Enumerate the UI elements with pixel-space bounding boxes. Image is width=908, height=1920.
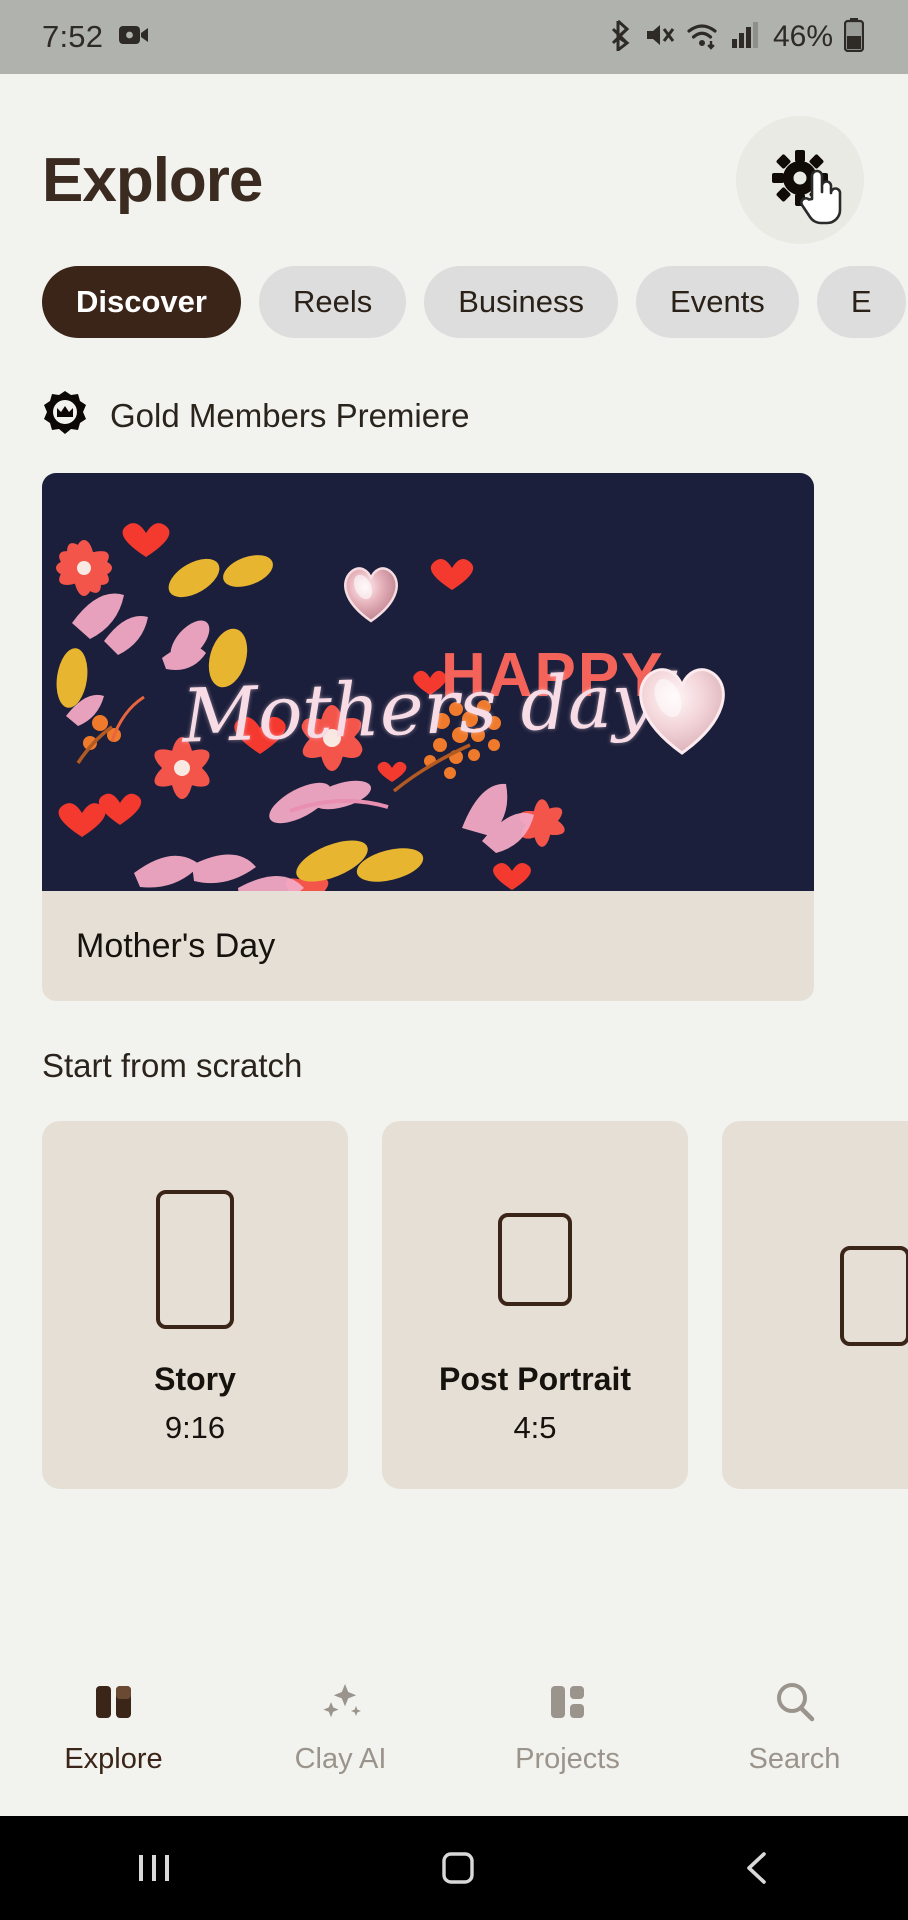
format-card-story[interactable]: Story 9:16 [42, 1121, 348, 1489]
nav-label: Projects [515, 1743, 620, 1775]
card-caption: Mother's Day [76, 926, 276, 965]
app-header: Explore [0, 74, 908, 244]
category-tabs[interactable]: Discover Reels Business Events E [0, 244, 908, 338]
tab-reels[interactable]: Reels [258, 266, 407, 338]
gold-members-section-header: Gold Members Premiere [0, 338, 908, 441]
nav-label: Search [748, 1743, 841, 1775]
bluetooth-icon [610, 19, 634, 56]
back-icon[interactable] [741, 1850, 775, 1886]
tab-label: Discover [76, 284, 207, 319]
mute-icon [645, 20, 675, 55]
format-ratio: 9:16 [164, 1409, 226, 1445]
video-camera-icon [119, 24, 149, 51]
tab-label: Business [458, 284, 585, 319]
story-icon-wrap [156, 1165, 234, 1355]
settings-button[interactable] [736, 116, 864, 244]
partial-icon-wrap [840, 1201, 908, 1391]
recents-icon[interactable] [133, 1851, 175, 1885]
search-icon [771, 1678, 819, 1731]
tab-discover[interactable]: Discover [42, 266, 241, 338]
nav-label: Clay AI [294, 1743, 387, 1775]
tab-label: Events [670, 284, 765, 319]
format-card-partial[interactable] [722, 1121, 908, 1489]
nav-item-projects[interactable]: Projects [454, 1678, 681, 1776]
post-portrait-icon-wrap [498, 1165, 572, 1355]
format-label: Story [154, 1360, 236, 1397]
format-ratio: 4:5 [513, 1409, 557, 1445]
nav-item-clay-ai[interactable]: Clay AI [227, 1678, 454, 1776]
nav-item-search[interactable]: Search [681, 1678, 908, 1776]
signal-icon [731, 20, 759, 55]
card-artwork: HAPPY Mothers day! [42, 473, 814, 891]
status-bar: 7:52 46% [0, 0, 908, 74]
wifi-icon [686, 20, 720, 55]
tab-label: E [850, 284, 872, 319]
app-screen: 7:52 46% Explore Discover Reels Business… [0, 0, 908, 1920]
system-navigation-bar[interactable] [0, 1816, 908, 1920]
tab-events[interactable]: Events [636, 266, 799, 338]
status-time: 7:52 [42, 19, 104, 54]
status-bar-left: 7:52 [42, 19, 149, 55]
format-label: Post Portrait [438, 1360, 632, 1397]
card-script-text: Mothers day! [180, 656, 685, 760]
format-cards-row[interactable]: Story 9:16 Post Portrait 4:5 [0, 1085, 908, 1489]
tab-business[interactable]: Business [424, 266, 619, 338]
status-bar-right: 46% [610, 17, 874, 57]
portrait-rect-icon [840, 1246, 908, 1346]
portrait-rect-icon [498, 1213, 572, 1306]
template-card-mothers-day[interactable]: HAPPY Mothers day! Mother's Day [42, 473, 814, 1001]
small-heart-icon [338, 561, 404, 630]
nav-label: Explore [64, 1743, 163, 1775]
projects-icon [544, 1678, 592, 1731]
hand-pointer-cursor [798, 166, 844, 231]
tab-partial[interactable]: E [816, 266, 906, 338]
sparkles-icon [317, 1678, 365, 1731]
large-heart-icon [630, 658, 734, 763]
nav-item-explore[interactable]: Explore [0, 1678, 227, 1776]
explore-grid-icon [90, 1678, 138, 1731]
home-icon[interactable] [440, 1850, 476, 1886]
format-card-post-portrait[interactable]: Post Portrait 4:5 [382, 1121, 688, 1489]
tab-label: Reels [292, 284, 373, 319]
gold-section-title: Gold Members Premiere [110, 396, 470, 434]
battery-percent: 46% [772, 20, 833, 53]
page-title: Explore [42, 145, 263, 215]
scratch-section-title: Start from scratch [42, 1047, 303, 1084]
portrait-rect-icon [156, 1190, 234, 1329]
battery-icon [843, 17, 865, 57]
crown-badge-icon [42, 390, 88, 441]
bottom-navigation[interactable]: Explore Clay AI Projects Search [0, 1638, 908, 1816]
